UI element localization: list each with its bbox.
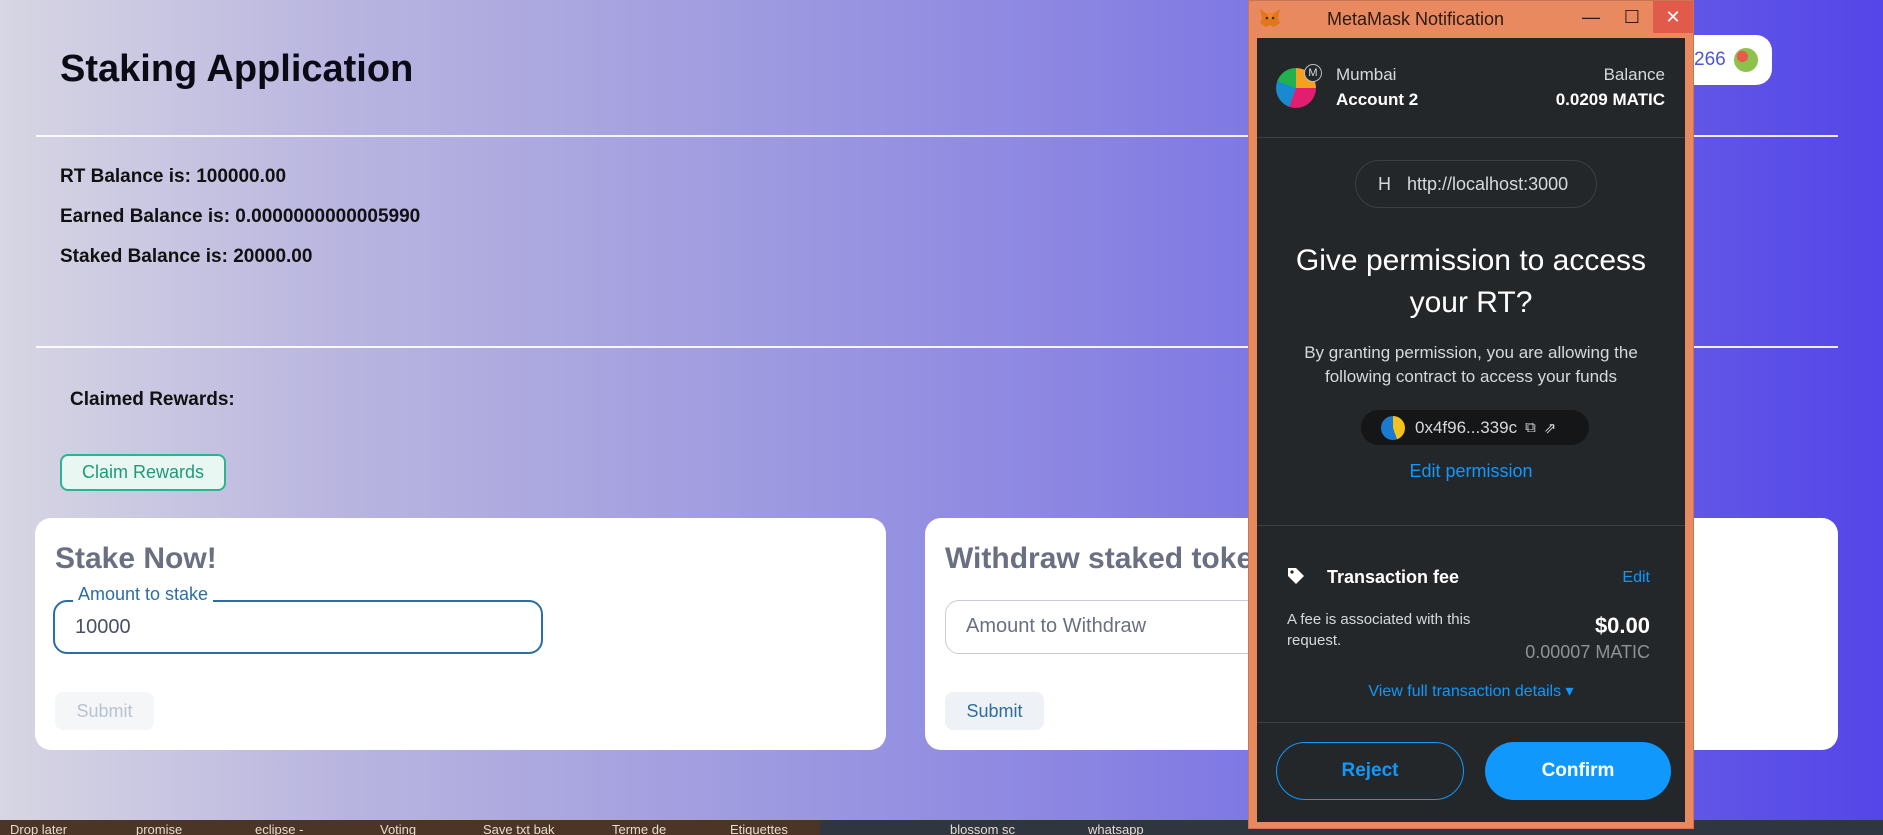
contract-address: 0x4f96...339c [1415, 417, 1518, 437]
stake-card-title: Stake Now! [55, 542, 217, 575]
reject-button[interactable]: Reject [1276, 742, 1464, 800]
permission-description: By granting permission, you are allowing… [1304, 343, 1638, 386]
contract-avatar-icon [1381, 415, 1405, 440]
fee-description: A fee is associated with this request. [1287, 611, 1471, 649]
taskbar-item[interactable]: Drop later [10, 822, 67, 835]
account-avatar-icon [1733, 48, 1758, 72]
window-titlebar[interactable]: MetaMask Notification — ☐ ✕ [1249, 1, 1693, 35]
account-name: Account 2 [1336, 90, 1419, 109]
rt-balance: RT Balance is: 100000.00 [60, 166, 287, 187]
view-full-details-link[interactable]: View full transaction details ▾ [1257, 681, 1685, 701]
stake-card: Stake Now! 10000 Amount to stake Submit [35, 518, 886, 750]
taskbar-item[interactable]: Terme de [612, 822, 666, 835]
withdraw-submit-button[interactable]: Submit [945, 692, 1044, 730]
claimed-rewards-label: Claimed Rewards: [70, 389, 235, 410]
permission-title: Give permission to access your RT? [1295, 244, 1647, 319]
open-external-icon[interactable]: ⇗ [1544, 419, 1557, 437]
taskbar-item[interactable]: Save txt bak [483, 822, 555, 835]
withdraw-card-title: Withdraw staked toke [945, 542, 1254, 575]
tag-icon [1288, 568, 1304, 584]
taskbar-item[interactable]: Etiquettes [730, 822, 788, 835]
taskbar-item[interactable]: blossom sc [950, 822, 1015, 835]
earned-balance: Earned Balance is: 0.0000000000005990 [60, 206, 421, 227]
stake-amount-label: Amount to stake [73, 584, 214, 605]
balance-value: 0.0209 MATIC [1555, 90, 1665, 109]
edit-permission-link[interactable]: Edit permission [1257, 461, 1685, 482]
maximize-button[interactable]: ☐ [1612, 1, 1652, 33]
balance-label: Balance [1603, 65, 1665, 84]
network-name: Mumbai [1336, 65, 1397, 84]
network-badge: M [1304, 64, 1322, 82]
claim-rewards-button[interactable]: Claim Rewards [60, 454, 226, 491]
confirm-button[interactable]: Confirm [1485, 742, 1671, 800]
stake-amount-input[interactable]: 10000 [53, 600, 543, 654]
copy-icon[interactable]: ⧉ [1525, 419, 1536, 436]
withdraw-amount-input[interactable]: Amount to Withdraw [945, 600, 1275, 654]
taskbar-item[interactable]: promise [136, 822, 182, 835]
metamask-window: MetaMask Notification — ☐ ✕ M Mumbai Acc… [1248, 0, 1694, 829]
transaction-fee-title: Transaction fee [1327, 567, 1460, 587]
site-origin: H http://localhost:3000 [1355, 160, 1597, 208]
taskbar-item[interactable]: eclipse - [255, 822, 303, 835]
site-origin-url: http://localhost:3000 [1407, 173, 1569, 194]
taskbar-item[interactable]: whatsapp [1088, 822, 1144, 835]
wallet-address-suffix: 266 [1694, 49, 1726, 70]
site-initial-icon: H [1378, 173, 1391, 194]
account-header: M Mumbai Account 2 Balance 0.0209 MATIC [1257, 38, 1685, 138]
close-button[interactable]: ✕ [1653, 1, 1693, 33]
fee-matic-amount: 0.00007 MATIC [1525, 642, 1650, 662]
minimize-button[interactable]: — [1571, 1, 1611, 33]
metamask-fox-icon [1260, 9, 1280, 27]
stake-submit-button[interactable]: Submit [55, 692, 154, 730]
metamask-popup: M Mumbai Account 2 Balance 0.0209 MATIC … [1257, 38, 1685, 822]
divider [1257, 722, 1685, 723]
window-title: MetaMask Notification [1327, 9, 1505, 29]
staked-balance: Staked Balance is: 20000.00 [60, 246, 313, 267]
contract-address-pill: 0x4f96...339c ⧉ ⇗ [1361, 410, 1589, 445]
fee-fiat-amount: $0.00 [1594, 613, 1650, 638]
edit-fee-link[interactable]: Edit [1622, 569, 1650, 587]
divider [1257, 525, 1685, 526]
taskbar-item[interactable]: Voting [380, 822, 416, 835]
page-title: Staking Application [60, 48, 414, 90]
